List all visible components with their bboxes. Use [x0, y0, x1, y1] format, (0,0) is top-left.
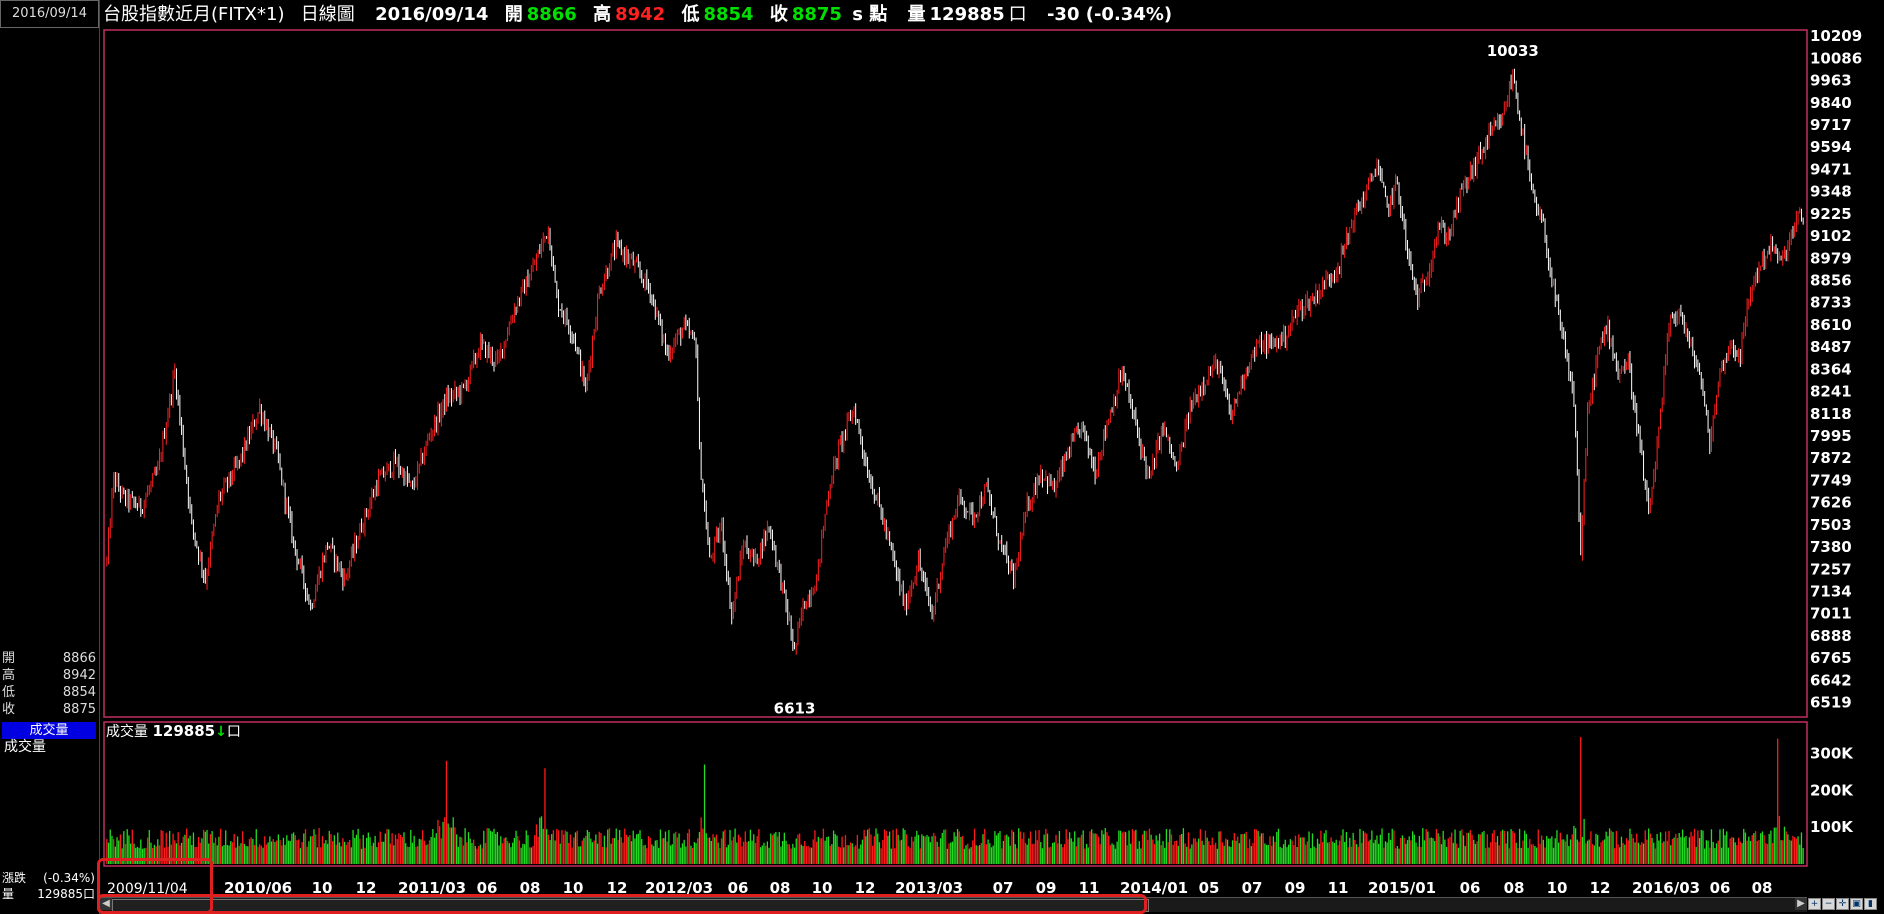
- x-tick-label-major: 2015/01: [1368, 879, 1436, 897]
- scroll-right-arrow-icon[interactable]: ▶: [1795, 898, 1807, 910]
- price-y-tick-label: 8364: [1810, 360, 1852, 378]
- x-tick-label: 06: [1460, 879, 1481, 897]
- x-tick-label: 11: [1328, 879, 1349, 897]
- x-tick-label: 08: [1504, 879, 1525, 897]
- price-y-tick-label: 9594: [1810, 138, 1852, 156]
- price-y-tick-label: 7872: [1810, 449, 1852, 467]
- price-y-tick-label: 7503: [1810, 516, 1852, 534]
- price-y-tick-label: 8487: [1810, 338, 1852, 356]
- volume-panel-value: 129885: [152, 722, 216, 740]
- price-candles[interactable]: [106, 68, 1804, 655]
- x-tick-label: 05: [1199, 879, 1220, 897]
- chart-canvas[interactable]: 10209 10086 9963 9840 9717 9594 9471 9348 9225 91…: [0, 0, 1884, 914]
- price-y-tick-label: 7749: [1810, 471, 1852, 489]
- price-extreme-label: 6613: [774, 700, 816, 718]
- price-chart-frame: [103, 29, 1808, 718]
- x-tick-label: 08: [1752, 879, 1773, 897]
- price-y-tick-label: 9717: [1810, 116, 1852, 134]
- price-y-tick-label: 6642: [1810, 671, 1852, 689]
- volume-bars[interactable]: [106, 736, 1804, 864]
- price-y-tick-label: 8733: [1810, 294, 1852, 312]
- volume-panel-unit: 口: [226, 724, 241, 740]
- price-y-tick-label: 9225: [1810, 205, 1852, 223]
- volume-y-tick-label: 100K: [1810, 818, 1854, 836]
- price-y-tick-label: 6765: [1810, 649, 1852, 667]
- price-y-tick-label: 9471: [1810, 160, 1852, 178]
- price-y-tick-label: 6519: [1810, 694, 1852, 712]
- x-tick-label: 10: [1547, 879, 1568, 897]
- price-extreme-label: 10033: [1487, 42, 1539, 60]
- x-tick-label-major: 2016/03: [1632, 879, 1700, 897]
- volume-panel-label: 成交量: [106, 724, 148, 740]
- price-y-tick-label: 7995: [1810, 427, 1852, 445]
- x-tick-label: 06: [1710, 879, 1731, 897]
- price-y-tick-label: 8979: [1810, 249, 1852, 267]
- x-tick-label: 09: [1285, 879, 1306, 897]
- x-tick-label: 12: [1590, 879, 1611, 897]
- price-y-tick-label: 10209: [1810, 27, 1862, 45]
- price-y-tick-label: 7011: [1810, 605, 1852, 623]
- price-y-tick-label: 7626: [1810, 494, 1852, 512]
- scrollbar-highlight: [97, 894, 1147, 914]
- fit-icon[interactable]: ▣: [1850, 898, 1863, 910]
- zoom-in-icon[interactable]: +: [1808, 898, 1821, 910]
- volume-down-arrow-icon: ↓: [215, 724, 227, 740]
- zoom-out-icon[interactable]: −: [1822, 898, 1835, 910]
- volume-y-tick-label: 200K: [1810, 781, 1854, 799]
- price-y-tick-label: 8241: [1810, 383, 1852, 401]
- price-y-tick-label: 9348: [1810, 183, 1852, 201]
- price-y-tick-label: 8118: [1810, 405, 1852, 423]
- x-tick-label: 07: [1242, 879, 1263, 897]
- price-y-tick-label: 7257: [1810, 560, 1852, 578]
- price-y-axis: 10209 10086 9963 9840 9717 9594 9471 9348 9225 91…: [1810, 27, 1862, 711]
- price-y-tick-label: 9102: [1810, 227, 1852, 245]
- price-y-tick-label: 8610: [1810, 316, 1852, 334]
- bar-chart-icon[interactable]: ▮: [1864, 898, 1877, 910]
- price-annotations: 10033 6613: [774, 42, 1539, 718]
- price-y-tick-label: 10086: [1810, 49, 1862, 67]
- volume-y-axis: 300K 200K 100K: [1810, 744, 1854, 836]
- price-y-tick-label: 9840: [1810, 94, 1852, 112]
- price-y-tick-label: 7380: [1810, 538, 1852, 556]
- volume-panel-title: 成交量 129885↓口: [106, 722, 241, 741]
- volume-y-tick-label: 300K: [1810, 744, 1854, 762]
- price-y-tick-label: 9963: [1810, 72, 1852, 90]
- price-y-tick-label: 7134: [1810, 582, 1852, 600]
- price-y-tick-label: 6888: [1810, 627, 1852, 645]
- price-y-tick-label: 8856: [1810, 271, 1852, 289]
- crosshair-icon[interactable]: ✛: [1836, 898, 1849, 910]
